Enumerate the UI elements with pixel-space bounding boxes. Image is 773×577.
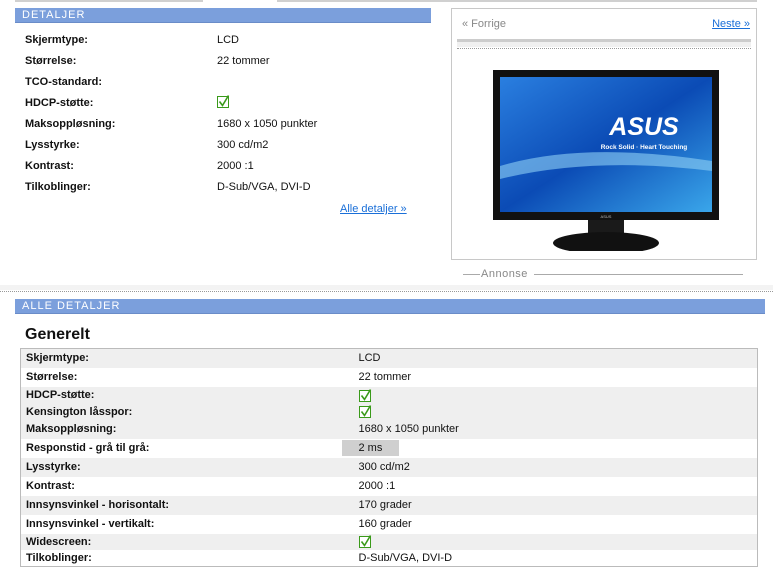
table-row: HDCP-støtte: (20, 386, 758, 404)
spec-value-text: 22 tommer (358, 371, 412, 383)
spec-value: 22 tommer (354, 368, 758, 387)
next-link[interactable]: Neste » (712, 18, 750, 30)
checkbox-checked-icon (358, 405, 371, 418)
table-row: Lysstyrke: 300 cd/m2 (20, 457, 758, 477)
spec-value: 1680 x 1050 punkter (354, 420, 758, 439)
image-gallery: « Forrige Neste » ASUS Rock Solid · Hear… (451, 8, 757, 260)
tab-divider (277, 0, 757, 2)
ad-label: Annonse (481, 268, 528, 280)
section-title: Generelt (25, 326, 90, 343)
spec-label: Kensington låsspor: (26, 405, 133, 418)
spec-value: 2000 :1 (354, 477, 758, 496)
tab-divider (15, 0, 203, 2)
spec-label: Tilkoblinger: (25, 181, 91, 193)
spec-label: HDCP-støtte: (26, 389, 95, 401)
specs-table: Skjermtype: LCD Størrelse: 22 tommer HDCP-st… (20, 348, 758, 567)
checkbox-checked-icon (358, 388, 371, 402)
spec-value (354, 387, 758, 404)
spec-value: D-Sub/VGA, DVI-D (217, 181, 311, 193)
monitor-image: ASUS Rock Solid · Heart Touching ASUS (493, 70, 719, 251)
checkbox-checked-icon (217, 95, 230, 108)
spec-value: 300 cd/m2 (217, 139, 269, 151)
spec-label: Maksoppløsning: (25, 118, 116, 130)
spec-value: LCD (217, 34, 240, 46)
spec-value (354, 534, 758, 550)
tagline: Rock Solid · Heart Touching (601, 144, 688, 151)
spec-label: Kontrast: (25, 160, 74, 172)
asus-logo: ASUS (608, 113, 679, 141)
table-row: Maksoppløsning: 1680 x 1050 punkter (20, 419, 758, 439)
table-row: Skjermtype: LCD (20, 348, 758, 368)
detaljer-header: DETALJER (15, 8, 431, 23)
spec-value: 1680 x 1050 punkter (217, 118, 318, 130)
table-row: Tilkoblinger: D-Sub/VGA, DVI-D (21, 550, 758, 567)
spec-label: Innsynsvinkel - horisontalt: (26, 499, 170, 511)
table-row: Widescreen: (20, 533, 758, 550)
spec-value: 2 ms (341, 439, 758, 458)
spec-label: TCO-standard: (25, 76, 102, 88)
checkbox-checked-icon (358, 535, 371, 548)
all-details-link[interactable]: Alle detaljer » (340, 203, 407, 215)
spec-value-text: 170 grader (358, 499, 412, 511)
spec-value-text: 300 cd/m2 (358, 461, 410, 473)
spec-value: 22 tommer (217, 55, 270, 67)
table-row: Responstid - grå til grå: 2 ms (21, 439, 758, 458)
table-row: Innsynsvinkel - vertikalt: 160 grader (21, 515, 758, 534)
svg-text:ASUS: ASUS (601, 214, 612, 219)
spec-label: Responstid - grå til grå: (26, 442, 150, 454)
table-row: Størrelse: 22 tommer (21, 368, 758, 387)
spec-label: Lysstyrke: (26, 461, 81, 473)
spec-value: D-Sub/VGA, DVI-D (354, 550, 758, 567)
spec-value-text: LCD (358, 352, 381, 365)
spec-label: Skjermtype: (26, 352, 89, 365)
table-row: Innsynsvinkel - horisontalt: 170 grader (20, 495, 758, 515)
spec-value: 2000 :1 (217, 160, 254, 172)
spec-value-text: 160 grader (358, 518, 412, 530)
table-row: Kontrast: 2000 :1 (21, 477, 758, 496)
table-row: Kensington låsspor: (20, 403, 758, 420)
spec-value: 160 grader (354, 515, 758, 534)
all-details-header: ALLE DETALJER (15, 299, 765, 314)
spec-value-text: 2000 :1 (358, 480, 396, 492)
spec-label: Tilkoblinger: (26, 551, 92, 564)
spec-value (354, 404, 758, 420)
spec-label: Kontrast: (26, 480, 75, 492)
prev-link[interactable]: « Forrige (462, 18, 506, 30)
spec-value: LCD (354, 349, 758, 368)
spec-label: Innsynsvinkel - vertikalt: (26, 518, 155, 530)
spec-value (217, 95, 230, 108)
spec-value-text: 1680 x 1050 punkter (358, 423, 459, 435)
spec-value: 170 grader (354, 496, 758, 515)
spec-value-text: D-Sub/VGA, DVI-D (358, 551, 453, 564)
spec-label: HDCP-støtte: (25, 97, 94, 109)
spec-label: Widescreen: (26, 535, 92, 548)
spec-label: Maksoppløsning: (26, 423, 117, 435)
spec-value: 300 cd/m2 (354, 458, 758, 477)
spec-label: Lysstyrke: (25, 139, 80, 151)
spec-label: Størrelse: (25, 55, 77, 67)
spec-label: Størrelse: (26, 371, 78, 383)
highlighted-value: 2 ms (341, 440, 400, 456)
spec-label: Skjermtype: (25, 34, 88, 46)
